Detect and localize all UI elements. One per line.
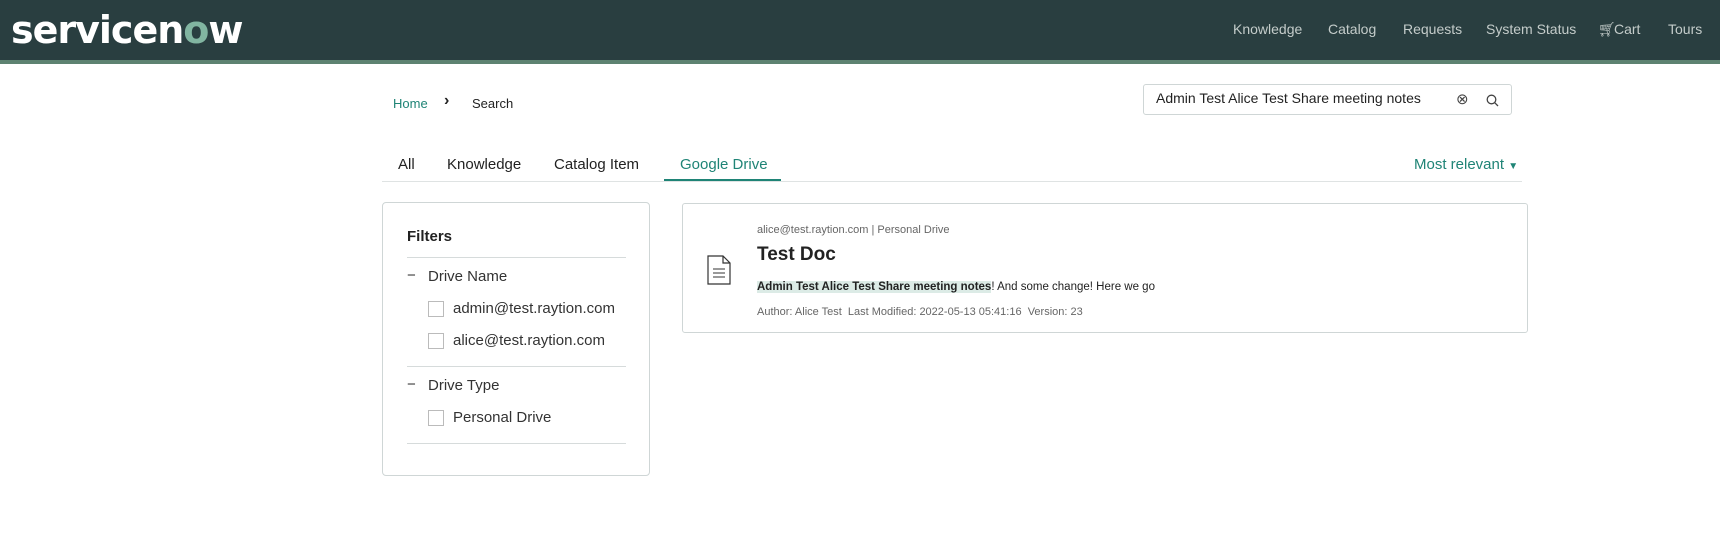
caret-down-icon: ▼: [1508, 161, 1519, 172]
result-meta: Author: Alice Test Last Modified: 2022-0…: [757, 306, 1083, 318]
servicenow-logo[interactable]: servicenow: [11, 8, 243, 52]
nav-knowledge[interactable]: Knowledge: [1233, 21, 1302, 37]
filter-group-drive-name[interactable]: Drive Name: [428, 268, 507, 285]
checkbox[interactable]: [428, 410, 444, 426]
breadcrumb-current: Search: [472, 96, 514, 111]
nav-cart[interactable]: Cart: [1614, 21, 1640, 37]
option-label: admin@test.raytion.com: [453, 300, 615, 317]
clear-search-icon[interactable]: ⊗: [1456, 90, 1469, 108]
sort-label: Most relevant: [1414, 156, 1505, 173]
result-source: alice@test.raytion.com | Personal Drive: [757, 224, 950, 236]
header-stripe: [0, 60, 1720, 64]
search-icon[interactable]: [1486, 94, 1499, 107]
search-highlight: Admin Test Alice Test Share meeting note…: [757, 281, 992, 293]
divider: [407, 257, 626, 258]
nav-system-status[interactable]: System Status: [1486, 21, 1576, 37]
document-icon: [707, 255, 731, 285]
active-tab-indicator: [664, 179, 781, 181]
divider: [407, 443, 626, 444]
nav-tours[interactable]: Tours: [1668, 21, 1702, 37]
filters-title: Filters: [407, 228, 453, 245]
result-card[interactable]: alice@test.raytion.com | Personal Drive …: [682, 203, 1528, 333]
collapse-icon[interactable]: −: [407, 267, 416, 284]
divider: [407, 366, 626, 367]
tab-google-drive[interactable]: Google Drive: [680, 156, 768, 173]
chevron-right-icon: ›: [444, 92, 450, 109]
result-snippet: ! And some change! Here we go: [991, 281, 1155, 293]
filters-panel: Filters − Drive Name admin@test.raytion.…: [382, 202, 650, 476]
tab-catalog-item[interactable]: Catalog Item: [554, 156, 639, 173]
search-box: ⊗: [1143, 84, 1512, 115]
option-label: alice@test.raytion.com: [453, 332, 605, 349]
nav-requests[interactable]: Requests: [1403, 21, 1462, 37]
breadcrumb-home[interactable]: Home: [393, 96, 428, 111]
tab-knowledge[interactable]: Knowledge: [447, 156, 521, 173]
tabs-divider: [382, 181, 1522, 182]
collapse-icon[interactable]: −: [407, 376, 416, 393]
tab-all[interactable]: All: [398, 156, 415, 173]
search-input[interactable]: [1156, 90, 1446, 106]
checkbox[interactable]: [428, 333, 444, 349]
checkbox[interactable]: [428, 301, 444, 317]
result-title[interactable]: Test Doc: [757, 244, 836, 266]
option-label: Personal Drive: [453, 409, 552, 426]
sort-dropdown[interactable]: Most relevant ▼: [1414, 156, 1518, 173]
nav-catalog[interactable]: Catalog: [1328, 21, 1376, 37]
filter-group-drive-type[interactable]: Drive Type: [428, 377, 499, 394]
